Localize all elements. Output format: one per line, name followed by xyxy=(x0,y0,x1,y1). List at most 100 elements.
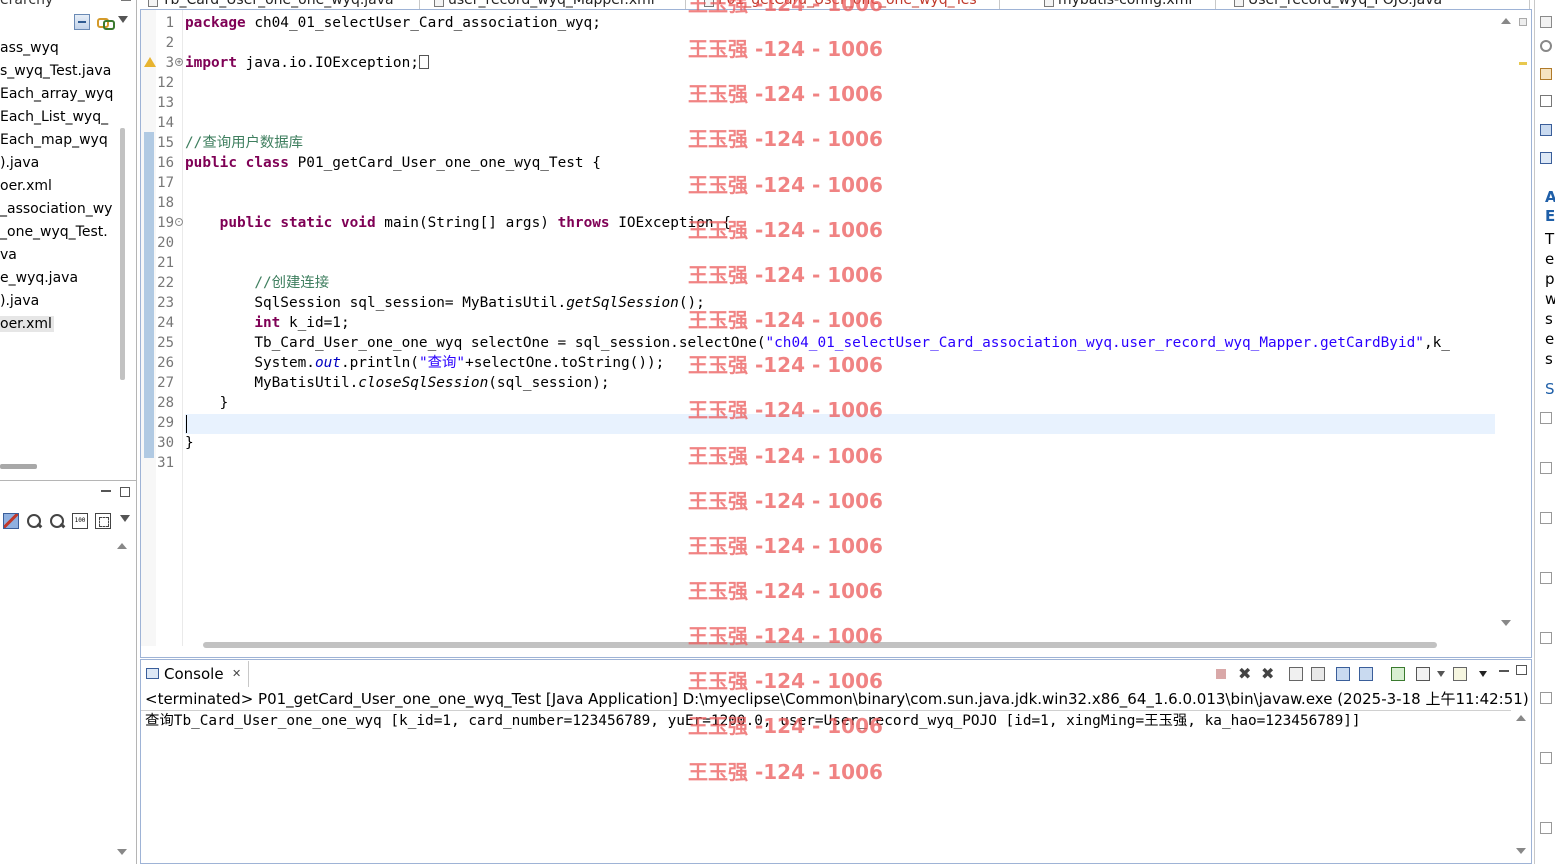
file-tree-item[interactable]: ).java xyxy=(0,290,118,313)
folded-imports-marker[interactable] xyxy=(418,55,429,69)
code-text: IOException { xyxy=(609,215,731,231)
hierarchy-view-title[interactable]: erarchy xyxy=(0,0,53,8)
file-tree-item[interactable]: Each_array_wyq xyxy=(0,83,118,106)
diagram-icon[interactable] xyxy=(3,513,19,529)
code-text: +selectOne.toString()); xyxy=(465,355,665,371)
line-number: 30 xyxy=(157,435,174,451)
view-menu-chevron-down-icon[interactable] xyxy=(118,16,128,23)
remove-launch-icon[interactable]: ✖ xyxy=(1238,666,1252,682)
overview-ruler-summary-icon[interactable] xyxy=(1519,18,1527,26)
panel-icon[interactable] xyxy=(1540,16,1552,28)
file-tree-item[interactable]: va xyxy=(0,244,118,267)
doc-icon[interactable] xyxy=(1540,572,1552,584)
console-output-area[interactable]: 查询Tb_Card_User_one_one_wyq [k_id=1, card… xyxy=(141,710,1511,862)
doc-icon[interactable] xyxy=(1540,822,1552,834)
maximize-icon[interactable] xyxy=(1516,665,1527,675)
file-tree-item[interactable]: oer.xml xyxy=(0,313,118,336)
line-number: 14 xyxy=(157,115,174,131)
line-number: 28 xyxy=(157,395,174,411)
fold-expand-icon[interactable]: + xyxy=(175,58,183,66)
change-marker xyxy=(144,132,154,458)
doc-icon[interactable] xyxy=(1540,462,1552,474)
scroll-down-arrow-icon[interactable] xyxy=(1501,620,1511,626)
explorer-toolbar xyxy=(72,14,132,34)
chevron-down-icon[interactable] xyxy=(120,515,130,522)
outline-icon[interactable] xyxy=(1540,124,1552,136)
tab-user-record-mapper-xml[interactable]: user_record_wyq_Mapper.xml xyxy=(430,0,686,9)
fit-to-window-icon[interactable] xyxy=(95,513,111,529)
file-tree-item-label: Each_map_wyq xyxy=(0,132,108,148)
outline-pane: 100 xyxy=(0,480,137,864)
scroll-up-arrow-icon[interactable] xyxy=(117,543,127,549)
file-tree-item-label: Each_array_wyq xyxy=(0,86,114,102)
keyword: public xyxy=(185,155,237,171)
remove-all-terminated-icon[interactable]: ✖ xyxy=(1261,666,1275,682)
collapse-all-icon[interactable] xyxy=(74,14,90,30)
file-tree-item[interactable]: _one_wyq_Test. xyxy=(0,221,118,244)
minimize-icon[interactable] xyxy=(1499,670,1509,672)
doc-icon[interactable] xyxy=(1540,692,1552,704)
scroll-up-arrow-icon[interactable] xyxy=(1501,18,1511,24)
line-number: 17 xyxy=(157,175,174,191)
minimize-icon[interactable] xyxy=(101,490,111,492)
doc-icon[interactable] xyxy=(1540,752,1552,764)
editor-horizontal-scrollbar[interactable] xyxy=(203,642,1437,648)
doc-icon[interactable] xyxy=(1540,412,1552,424)
navigator-icon[interactable] xyxy=(1540,152,1552,164)
doc-icon[interactable] xyxy=(1540,632,1552,644)
chevron-down-icon[interactable] xyxy=(1437,671,1445,677)
file-tree-item[interactable]: s_wyq_Test.java xyxy=(0,60,118,83)
maximize-icon[interactable] xyxy=(120,487,130,497)
help-link-fragment[interactable]: S xyxy=(1545,378,1555,400)
file-tree-horizontal-scrollbar[interactable] xyxy=(0,464,37,469)
chevron-down-icon[interactable] xyxy=(1479,671,1487,677)
tab-user-record-pojo-java[interactable]: User_record_wyq_POJO.java xyxy=(1230,0,1530,9)
close-icon[interactable]: ✕ xyxy=(232,668,241,680)
zoom-100-icon[interactable]: 100 xyxy=(72,513,88,529)
display-selected-console-icon[interactable] xyxy=(1416,667,1430,681)
search-icon[interactable] xyxy=(1540,40,1552,52)
file-tree-item[interactable]: _association_wy xyxy=(0,198,118,221)
show-on-stderr-icon[interactable] xyxy=(1359,667,1373,681)
file-tree-item[interactable]: oer.xml xyxy=(0,175,118,198)
tab-label: mybatis-config.xml xyxy=(1058,0,1193,8)
zoom-out-icon[interactable] xyxy=(26,513,42,529)
scroll-down-arrow-icon[interactable] xyxy=(1516,848,1526,854)
tab-p01-getcard-test-java[interactable]: P01_getCard_User_one_one_wyq_Tes xyxy=(700,0,1000,9)
line-number: 27 xyxy=(157,375,174,391)
show-on-stdout-icon[interactable] xyxy=(1336,667,1350,681)
tasks-icon[interactable] xyxy=(1540,95,1552,107)
link-with-editor-icon[interactable] xyxy=(96,14,115,30)
pin-console-icon[interactable] xyxy=(1391,667,1405,681)
file-tree-item[interactable]: Each_map_wyq xyxy=(0,129,118,152)
line-number-gutter: 1 2 3 + 12 13 14 15 16 17 18 19 - 20 21 … xyxy=(156,10,183,646)
scroll-down-arrow-icon[interactable] xyxy=(117,849,127,855)
line-number: 2 xyxy=(165,35,174,51)
file-tree-item[interactable]: Each_List_wyq_ xyxy=(0,106,118,129)
zoom-in-icon[interactable] xyxy=(49,513,65,529)
tab-tb-card-user-java[interactable]: Tb_Card_User_one_one_wyq.java xyxy=(144,0,420,9)
overview-ruler-warning-marker[interactable] xyxy=(1519,62,1527,65)
code-text: java.io.IOException; xyxy=(236,55,419,71)
scroll-up-arrow-icon[interactable] xyxy=(1516,715,1526,721)
doc-icon[interactable] xyxy=(1540,512,1552,524)
file-tree-item[interactable]: ass_wyq xyxy=(0,37,118,60)
warning-icon[interactable] xyxy=(144,57,156,67)
terminate-icon[interactable] xyxy=(1216,669,1226,679)
tab-console[interactable]: Console ✕ xyxy=(141,661,249,687)
bookmark-icon[interactable] xyxy=(1540,68,1552,80)
file-tree-vertical-scrollbar[interactable] xyxy=(120,128,125,380)
open-console-icon[interactable] xyxy=(1453,667,1467,681)
tab-mybatis-config-xml[interactable]: mybatis-config.xml xyxy=(1040,0,1216,9)
fold-collapse-icon[interactable]: - xyxy=(175,218,183,226)
clear-console-icon[interactable] xyxy=(1289,667,1303,681)
help-text-fragment: T xyxy=(1545,230,1555,248)
code-editor[interactable]: 1 2 3 + 12 13 14 15 16 17 18 19 - 20 21 … xyxy=(140,10,1532,658)
java-file-icon xyxy=(148,0,158,7)
file-tree-item[interactable]: ).java xyxy=(0,152,118,175)
file-tree-item[interactable]: e_wyq.java xyxy=(0,267,118,290)
code-text-area[interactable]: package ch04_01_selectUser_Card_associat… xyxy=(185,10,1495,646)
keyword: import xyxy=(185,55,237,71)
scroll-lock-icon[interactable] xyxy=(1311,667,1325,681)
view-minimize-icon[interactable] xyxy=(121,0,131,1)
